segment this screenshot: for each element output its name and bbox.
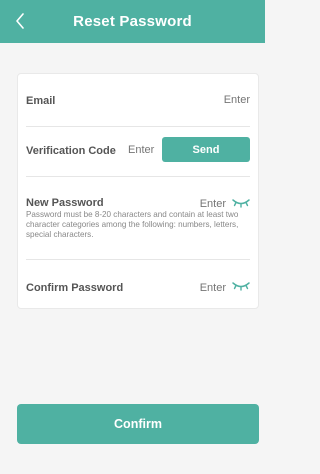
new-password-label: New Password (26, 197, 104, 209)
chevron-left-icon (16, 13, 24, 29)
verification-row: Verification Code Send (26, 127, 250, 177)
confirm-password-input[interactable] (166, 281, 226, 295)
eye-closed-icon[interactable] (232, 281, 250, 291)
back-button[interactable] (10, 10, 30, 32)
confirm-button[interactable]: Confirm (17, 404, 259, 444)
send-code-button[interactable]: Send (162, 137, 250, 162)
new-password-row: New Password Password must be 8-20 chara… (26, 177, 250, 260)
confirm-password-row: Confirm Password (26, 260, 250, 310)
new-password-input[interactable] (166, 197, 226, 211)
email-input[interactable] (190, 93, 250, 107)
email-row: Email (26, 74, 250, 127)
confirm-password-label: Confirm Password (26, 282, 124, 294)
password-rule-hint: Password must be 8-20 characters and con… (26, 210, 239, 240)
reset-form-card: Email Verification Code Send New Passwor… (17, 73, 259, 309)
verification-label: Verification Code (26, 145, 116, 157)
header-bar: Reset Password (0, 0, 265, 43)
email-label: Email (26, 95, 56, 107)
page-title: Reset Password (73, 13, 192, 30)
eye-closed-icon[interactable] (232, 198, 250, 208)
